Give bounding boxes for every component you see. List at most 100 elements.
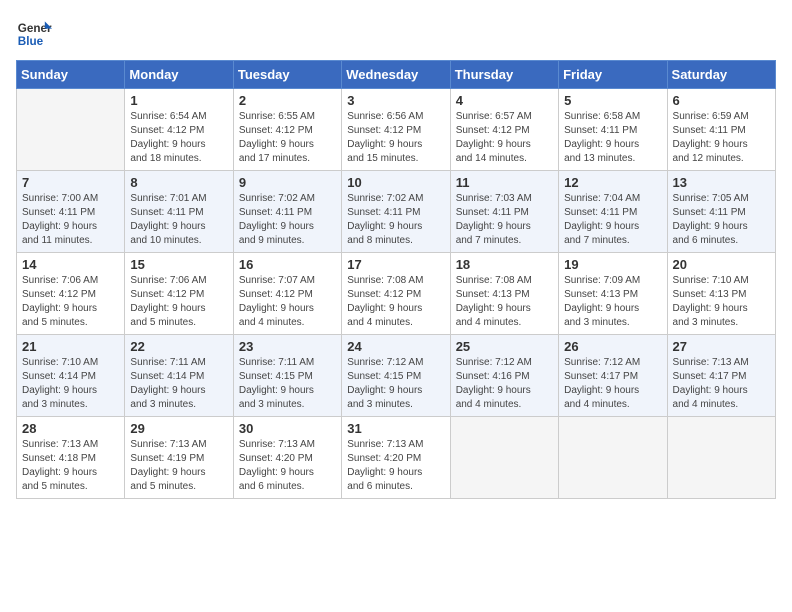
day-info: Sunrise: 7:04 AM Sunset: 4:11 PM Dayligh… <box>564 192 661 248</box>
day-number: 2 <box>239 93 336 108</box>
day-number: 31 <box>347 421 444 436</box>
calendar-cell: 22 Sunrise: 7:11 AM Sunset: 4:14 PM Dayli… <box>125 335 233 417</box>
calendar-cell: 2 Sunrise: 6:55 AM Sunset: 4:12 PM Daylig… <box>233 89 341 171</box>
calendar-week-4: 21 Sunrise: 7:10 AM Sunset: 4:14 PM Dayli… <box>17 335 776 417</box>
header-sunday: Sunday <box>17 61 125 89</box>
calendar-cell: 29Sunrise: 7:13 AM Sunset: 4:19 PM Dayli… <box>125 417 233 499</box>
calendar-cell: 25Sunrise: 7:12 AM Sunset: 4:16 PM Dayli… <box>450 335 558 417</box>
calendar-week-2: 7 Sunrise: 7:00 AM Sunset: 4:11 PM Daylig… <box>17 171 776 253</box>
calendar-cell: 31 Sunrise: 7:13 AM Sunset: 4:20 PM Dayli… <box>342 417 450 499</box>
day-number: 8 <box>130 175 227 190</box>
day-number: 23 <box>239 339 336 354</box>
day-number: 18 <box>456 257 553 272</box>
day-info: Sunrise: 7:13 AM Sunset: 4:20 PM Dayligh… <box>239 438 336 494</box>
calendar-cell <box>559 417 667 499</box>
header-friday: Friday <box>559 61 667 89</box>
calendar-cell: 17Sunrise: 7:08 AM Sunset: 4:12 PM Dayli… <box>342 253 450 335</box>
calendar-cell: 6 Sunrise: 6:59 AM Sunset: 4:11 PM Daylig… <box>667 89 775 171</box>
calendar-cell: 30 Sunrise: 7:13 AM Sunset: 4:20 PM Dayli… <box>233 417 341 499</box>
header-tuesday: Tuesday <box>233 61 341 89</box>
calendar-cell <box>450 417 558 499</box>
calendar-cell: 16 Sunrise: 7:07 AM Sunset: 4:12 PM Dayli… <box>233 253 341 335</box>
day-number: 7 <box>22 175 119 190</box>
day-number: 6 <box>673 93 770 108</box>
calendar-cell: 9 Sunrise: 7:02 AM Sunset: 4:11 PM Daylig… <box>233 171 341 253</box>
day-number: 24 <box>347 339 444 354</box>
calendar-cell: 21 Sunrise: 7:10 AM Sunset: 4:14 PM Dayli… <box>17 335 125 417</box>
calendar-week-1: 1Sunrise: 6:54 AM Sunset: 4:12 PM Daylig… <box>17 89 776 171</box>
day-info: Sunrise: 7:02 AM Sunset: 4:11 PM Dayligh… <box>239 192 336 248</box>
day-number: 27 <box>673 339 770 354</box>
header-thursday: Thursday <box>450 61 558 89</box>
day-info: Sunrise: 7:10 AM Sunset: 4:14 PM Dayligh… <box>22 356 119 412</box>
calendar-cell: 5Sunrise: 6:58 AM Sunset: 4:11 PM Daylig… <box>559 89 667 171</box>
header-saturday: Saturday <box>667 61 775 89</box>
day-info: Sunrise: 7:06 AM Sunset: 4:12 PM Dayligh… <box>130 274 227 330</box>
calendar-table: SundayMondayTuesdayWednesdayThursdayFrid… <box>16 60 776 499</box>
calendar-cell: 20 Sunrise: 7:10 AM Sunset: 4:13 PM Dayli… <box>667 253 775 335</box>
day-number: 9 <box>239 175 336 190</box>
day-number: 21 <box>22 339 119 354</box>
calendar-cell: 15Sunrise: 7:06 AM Sunset: 4:12 PM Dayli… <box>125 253 233 335</box>
header-wednesday: Wednesday <box>342 61 450 89</box>
day-number: 11 <box>456 175 553 190</box>
day-info: Sunrise: 6:59 AM Sunset: 4:11 PM Dayligh… <box>673 110 770 166</box>
calendar-cell: 14 Sunrise: 7:06 AM Sunset: 4:12 PM Dayli… <box>17 253 125 335</box>
day-number: 16 <box>239 257 336 272</box>
day-info: Sunrise: 7:11 AM Sunset: 4:15 PM Dayligh… <box>239 356 336 412</box>
day-number: 14 <box>22 257 119 272</box>
calendar-cell: 10 Sunrise: 7:02 AM Sunset: 4:11 PM Dayli… <box>342 171 450 253</box>
calendar-cell: 1Sunrise: 6:54 AM Sunset: 4:12 PM Daylig… <box>125 89 233 171</box>
calendar-cell: 11 Sunrise: 7:03 AM Sunset: 4:11 PM Dayli… <box>450 171 558 253</box>
day-number: 4 <box>456 93 553 108</box>
day-info: Sunrise: 7:05 AM Sunset: 4:11 PM Dayligh… <box>673 192 770 248</box>
calendar-cell: 7 Sunrise: 7:00 AM Sunset: 4:11 PM Daylig… <box>17 171 125 253</box>
day-info: Sunrise: 7:12 AM Sunset: 4:16 PM Dayligh… <box>456 356 553 412</box>
day-number: 13 <box>673 175 770 190</box>
logo-icon: General Blue <box>16 16 52 52</box>
calendar-cell: 24 Sunrise: 7:12 AM Sunset: 4:15 PM Dayli… <box>342 335 450 417</box>
calendar-cell: 28Sunrise: 7:13 AM Sunset: 4:18 PM Dayli… <box>17 417 125 499</box>
day-info: Sunrise: 6:55 AM Sunset: 4:12 PM Dayligh… <box>239 110 336 166</box>
day-info: Sunrise: 7:12 AM Sunset: 4:15 PM Dayligh… <box>347 356 444 412</box>
day-info: Sunrise: 7:12 AM Sunset: 4:17 PM Dayligh… <box>564 356 661 412</box>
day-number: 20 <box>673 257 770 272</box>
day-info: Sunrise: 6:56 AM Sunset: 4:12 PM Dayligh… <box>347 110 444 166</box>
day-info: Sunrise: 7:11 AM Sunset: 4:14 PM Dayligh… <box>130 356 227 412</box>
day-info: Sunrise: 6:57 AM Sunset: 4:12 PM Dayligh… <box>456 110 553 166</box>
day-number: 26 <box>564 339 661 354</box>
calendar-cell: 23 Sunrise: 7:11 AM Sunset: 4:15 PM Dayli… <box>233 335 341 417</box>
day-number: 10 <box>347 175 444 190</box>
day-info: Sunrise: 7:03 AM Sunset: 4:11 PM Dayligh… <box>456 192 553 248</box>
day-info: Sunrise: 7:13 AM Sunset: 4:17 PM Dayligh… <box>673 356 770 412</box>
day-info: Sunrise: 7:08 AM Sunset: 4:13 PM Dayligh… <box>456 274 553 330</box>
calendar-cell: 8 Sunrise: 7:01 AM Sunset: 4:11 PM Daylig… <box>125 171 233 253</box>
day-number: 30 <box>239 421 336 436</box>
day-info: Sunrise: 7:13 AM Sunset: 4:20 PM Dayligh… <box>347 438 444 494</box>
header-monday: Monday <box>125 61 233 89</box>
day-info: Sunrise: 7:00 AM Sunset: 4:11 PM Dayligh… <box>22 192 119 248</box>
day-number: 29 <box>130 421 227 436</box>
calendar-cell: 13 Sunrise: 7:05 AM Sunset: 4:11 PM Dayli… <box>667 171 775 253</box>
calendar-header-row: SundayMondayTuesdayWednesdayThursdayFrid… <box>17 61 776 89</box>
calendar-cell: 18 Sunrise: 7:08 AM Sunset: 4:13 PM Dayli… <box>450 253 558 335</box>
day-number: 22 <box>130 339 227 354</box>
calendar-cell: 26 Sunrise: 7:12 AM Sunset: 4:17 PM Dayli… <box>559 335 667 417</box>
day-number: 28 <box>22 421 119 436</box>
day-number: 12 <box>564 175 661 190</box>
calendar-week-5: 28Sunrise: 7:13 AM Sunset: 4:18 PM Dayli… <box>17 417 776 499</box>
day-info: Sunrise: 7:08 AM Sunset: 4:12 PM Dayligh… <box>347 274 444 330</box>
day-number: 1 <box>130 93 227 108</box>
day-info: Sunrise: 7:07 AM Sunset: 4:12 PM Dayligh… <box>239 274 336 330</box>
day-info: Sunrise: 7:01 AM Sunset: 4:11 PM Dayligh… <box>130 192 227 248</box>
calendar-cell: 27 Sunrise: 7:13 AM Sunset: 4:17 PM Dayli… <box>667 335 775 417</box>
day-info: Sunrise: 6:58 AM Sunset: 4:11 PM Dayligh… <box>564 110 661 166</box>
calendar-cell <box>17 89 125 171</box>
logo: General Blue <box>16 16 52 52</box>
day-info: Sunrise: 7:10 AM Sunset: 4:13 PM Dayligh… <box>673 274 770 330</box>
day-info: Sunrise: 7:02 AM Sunset: 4:11 PM Dayligh… <box>347 192 444 248</box>
day-number: 3 <box>347 93 444 108</box>
calendar-cell: 3 Sunrise: 6:56 AM Sunset: 4:12 PM Daylig… <box>342 89 450 171</box>
calendar-cell: 12 Sunrise: 7:04 AM Sunset: 4:11 PM Dayli… <box>559 171 667 253</box>
day-info: Sunrise: 7:06 AM Sunset: 4:12 PM Dayligh… <box>22 274 119 330</box>
